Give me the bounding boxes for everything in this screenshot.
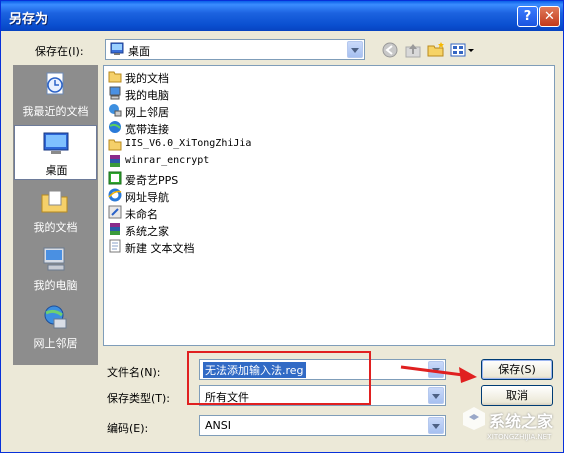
file-name: 网上邻居 — [125, 106, 169, 119]
help-button[interactable]: ? — [517, 6, 538, 27]
filename-label: 文件名(N): — [107, 366, 161, 379]
file-name: 未命名 — [125, 208, 158, 221]
watermark: 系统之家 XITONGZHIJIA.NET — [461, 403, 564, 454]
my-computer-icon — [108, 86, 122, 100]
filetype-label: 保存类型(T): — [107, 392, 171, 405]
place-label: 桌面 — [45, 164, 68, 177]
folder-icon — [108, 137, 122, 151]
winrar-icon — [108, 222, 122, 236]
desktop-icon — [110, 42, 124, 56]
file-name: 宽带连接 — [125, 123, 169, 136]
title-bar[interactable]: 另存为 ? ✕ — [1, 1, 563, 31]
encoding-select[interactable]: ANSI — [199, 415, 446, 436]
place-label: 我的文档 — [33, 221, 78, 234]
save-in-value: 桌面 — [128, 45, 150, 58]
place-label: 我的电脑 — [33, 279, 78, 292]
watermark-logo-icon — [461, 405, 487, 431]
file-list[interactable]: 我的文档 我的电脑 网上邻居 宽带连接 IIS_V6.0_XiTongZhiJi… — [103, 65, 555, 346]
places-bar: 我最近的文档 桌面 我的文档 我的电脑 网上邻居 — [13, 65, 98, 365]
desktop-icon — [41, 130, 71, 158]
place-label: 网上邻居 — [33, 337, 78, 350]
file-name: 爱奇艺PPS — [125, 174, 179, 187]
my-docs-icon — [108, 69, 122, 83]
new-folder-icon[interactable] — [427, 41, 445, 59]
place-label: 我最近的文档 — [22, 105, 89, 118]
file-name: winrar_encrypt — [125, 155, 210, 166]
annotation-arrow-icon — [399, 361, 479, 385]
encoding-value: ANSI — [205, 419, 231, 432]
network-icon — [40, 303, 70, 331]
file-name: IIS_V6.0_XiTongZhiJia — [125, 138, 252, 149]
save-as-dialog: 另存为 ? ✕ 保存在(I): 桌面 我最近的文档 桌面 我的文档 我的电脑 网… — [0, 0, 564, 453]
text-file-icon — [108, 239, 122, 253]
pps-icon — [108, 171, 122, 185]
file-name: 新建 文本文档 — [125, 242, 195, 255]
place-recent-docs[interactable]: 我最近的文档 — [14, 67, 97, 122]
network-icon — [108, 103, 122, 117]
filetype-dropdown-button[interactable] — [428, 387, 444, 404]
ie-icon — [108, 188, 122, 202]
watermark-text: 系统之家 — [489, 412, 554, 431]
encoding-label: 编码(E): — [107, 422, 149, 435]
views-icon[interactable] — [450, 41, 476, 59]
up-folder-icon[interactable] — [404, 41, 422, 59]
file-name: 我的电脑 — [125, 89, 169, 102]
encoding-dropdown-button[interactable] — [428, 417, 444, 434]
place-my-computer[interactable]: 我的电脑 — [14, 241, 97, 296]
my-docs-icon — [40, 187, 70, 215]
annotation-highlight-box — [187, 351, 371, 405]
place-desktop[interactable]: 桌面 — [14, 125, 97, 180]
broadband-icon — [108, 120, 122, 134]
file-name: 我的文档 — [125, 72, 169, 85]
file-name: 网址导航 — [125, 191, 169, 204]
winrar-icon — [108, 154, 122, 168]
watermark-url: XITONGZHIJIA.NET — [487, 433, 552, 441]
close-button[interactable]: ✕ — [539, 6, 560, 27]
save-in-combo[interactable]: 桌面 — [105, 39, 365, 60]
shortcut-icon — [108, 205, 122, 219]
save-in-dropdown-button[interactable] — [347, 41, 363, 58]
dialog-title: 另存为 — [9, 12, 49, 27]
recent-docs-icon — [40, 71, 70, 99]
place-my-documents[interactable]: 我的文档 — [14, 183, 97, 238]
file-name: 系统之家 — [125, 225, 169, 238]
back-icon[interactable] — [381, 41, 399, 59]
save-in-label: 保存在(I): — [35, 45, 84, 58]
save-button[interactable]: 保存(S) — [481, 359, 553, 380]
my-computer-icon — [40, 245, 70, 273]
place-network[interactable]: 网上邻居 — [14, 299, 97, 354]
